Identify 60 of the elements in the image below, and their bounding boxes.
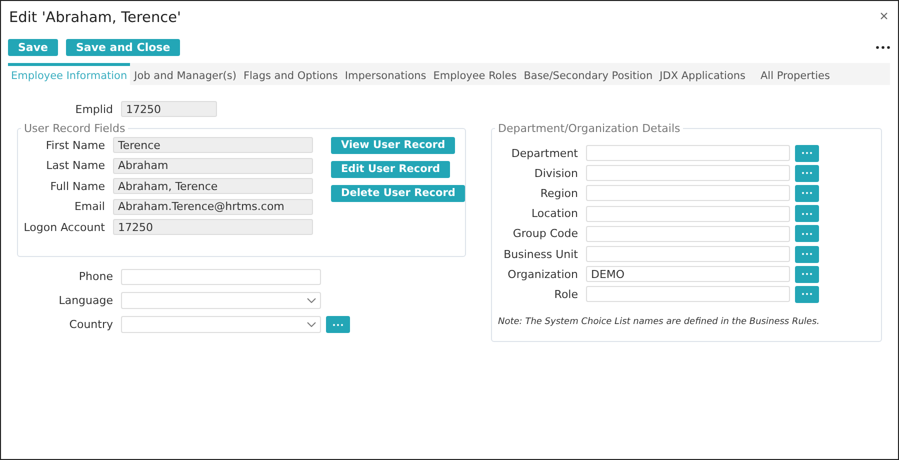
field-label: Role [553, 288, 579, 301]
lookup-button[interactable] [795, 246, 819, 263]
ellipsis-icon [802, 212, 812, 215]
field-label: Email [73, 200, 106, 214]
field-label: Emplid [74, 102, 114, 116]
group-title: User Record Fields [23, 122, 126, 135]
field-label: Logon Account [22, 220, 106, 234]
ellipsis-icon [802, 172, 812, 174]
field-label: Location [530, 207, 579, 220]
input-field[interactable] [121, 268, 321, 284]
field-label: Phone [78, 270, 114, 283]
tab[interactable]: All Properties [758, 63, 833, 85]
field-label: Region [539, 186, 579, 200]
input-field[interactable] [586, 145, 790, 162]
ellipsis-icon [802, 293, 812, 296]
lookup-button[interactable] [795, 205, 819, 222]
ellipsis-icon [802, 273, 812, 276]
lookup-button[interactable] [795, 225, 819, 242]
field-label: Last Name [45, 159, 106, 172]
tab[interactable]: Job and Manager(s) [131, 63, 240, 85]
dropdown[interactable] [121, 292, 321, 309]
tab[interactable]: Employee Roles [430, 63, 520, 85]
lookup-button[interactable] [326, 316, 350, 333]
chevron-icon [307, 298, 316, 303]
input-field[interactable] [586, 226, 790, 242]
dropdown[interactable] [121, 316, 321, 333]
tab[interactable]: Impersonations [342, 63, 430, 85]
lookup-button[interactable] [795, 164, 819, 182]
ellipsis-icon [802, 232, 812, 235]
more-icon [876, 46, 890, 49]
group-title: Department/Organization Details [497, 122, 682, 135]
input-field[interactable] [586, 286, 790, 302]
field-label: Group Code [512, 227, 579, 240]
ellipsis-icon [802, 192, 812, 194]
note-text: Note: The System Choice List names are defined in the Business Rules. [498, 316, 821, 326]
input-field[interactable] [586, 206, 790, 222]
field-label: First Name [44, 138, 106, 152]
field-label: Full Name [49, 180, 106, 193]
field-label: Division [533, 166, 579, 180]
field-label: Organization [506, 268, 579, 281]
ellipsis-icon [802, 152, 812, 154]
input-field[interactable] [586, 165, 790, 182]
tab[interactable]: JDX Applications [656, 63, 748, 85]
field-label: Country [68, 318, 114, 331]
window-title: Edit 'Abraham, Terence' [9, 10, 182, 26]
tab[interactable]: Flags and Options [240, 63, 341, 85]
field-label: Business Unit [502, 248, 579, 261]
lookup-button[interactable] [795, 144, 819, 162]
input-field[interactable] [586, 185, 790, 202]
input-field[interactable] [586, 246, 790, 262]
lookup-button[interactable] [795, 286, 819, 303]
lookup-button[interactable] [795, 184, 819, 202]
close-icon [880, 12, 888, 20]
field-label: Department [510, 146, 579, 160]
lookup-button[interactable] [795, 266, 819, 283]
tab[interactable]: Base/Secondary Position [520, 63, 656, 85]
ellipsis-icon [802, 253, 812, 256]
field-label: Language [58, 294, 114, 307]
chevron-icon [307, 322, 316, 327]
input-field[interactable]: DEMO [586, 266, 790, 282]
